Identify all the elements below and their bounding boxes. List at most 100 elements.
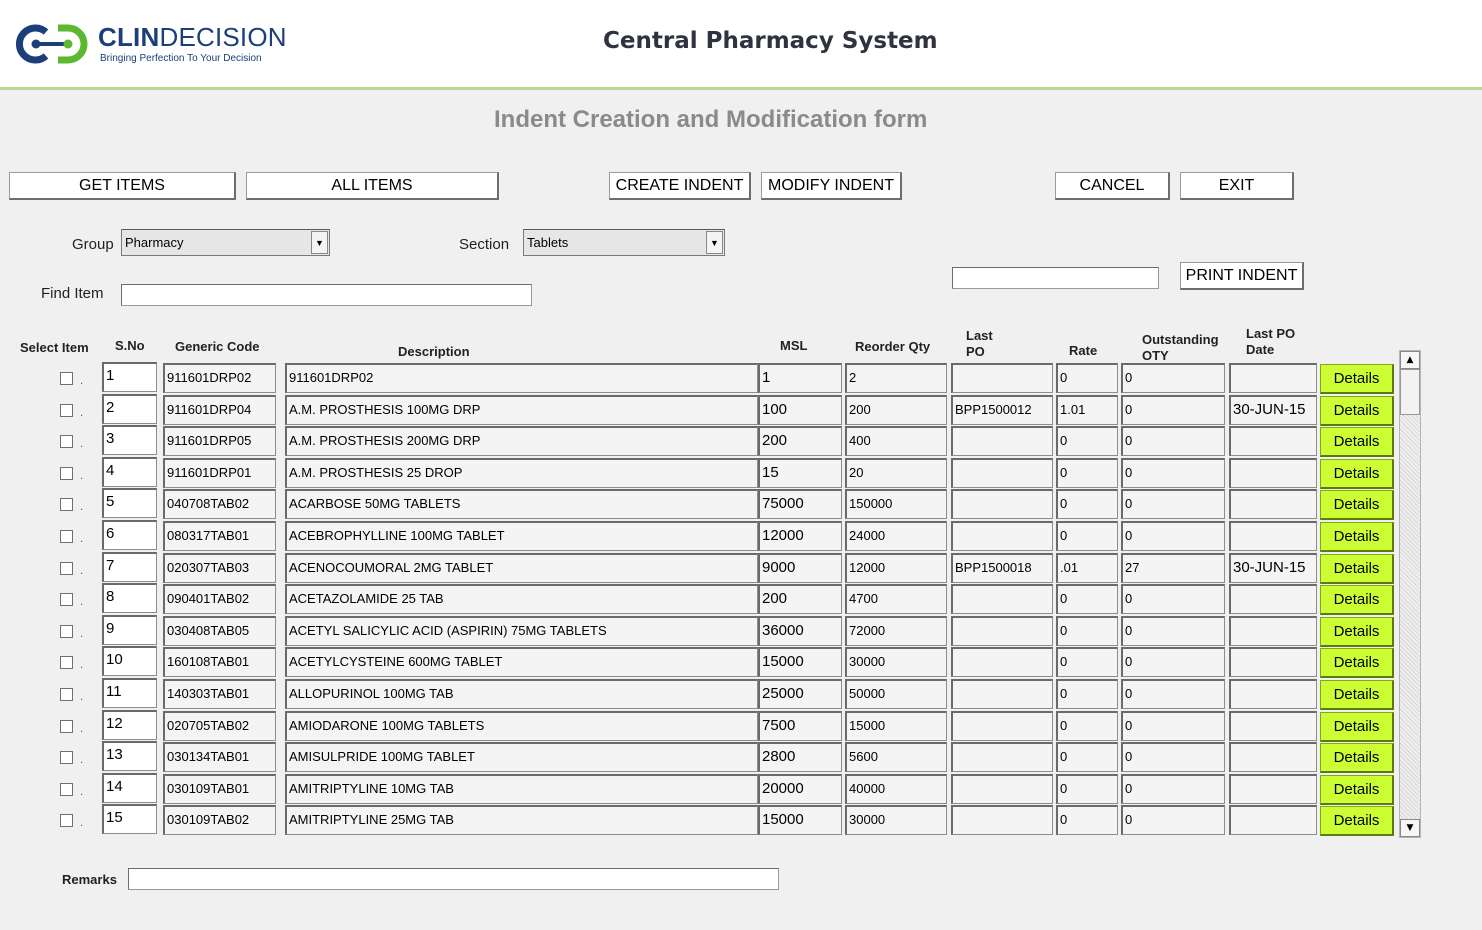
- description-cell[interactable]: AMITRIPTYLINE 10MG TAB: [285, 773, 758, 804]
- select-item-checkbox[interactable]: [60, 814, 73, 828]
- details-button[interactable]: Details: [1320, 522, 1394, 552]
- rate-cell[interactable]: 0: [1056, 647, 1118, 678]
- last-po-date-cell[interactable]: [1229, 805, 1317, 836]
- arrow-down-icon[interactable]: ▼: [1400, 819, 1420, 837]
- last-po-date-cell[interactable]: [1229, 489, 1317, 520]
- description-cell[interactable]: AMIODARONE 100MG TABLETS: [285, 710, 758, 741]
- table-scrollbar[interactable]: ▲ ▼: [1399, 350, 1421, 838]
- rate-cell[interactable]: 0: [1056, 742, 1118, 773]
- last-po-date-cell[interactable]: [1229, 426, 1317, 457]
- msl-cell[interactable]: 9000: [758, 552, 842, 583]
- last-po-date-cell[interactable]: [1229, 363, 1317, 393]
- details-button[interactable]: Details: [1320, 458, 1394, 489]
- select-item-checkbox[interactable]: [60, 435, 73, 449]
- rate-cell[interactable]: 0: [1056, 521, 1118, 551]
- sno-input[interactable]: 10: [102, 646, 157, 677]
- last-po-cell[interactable]: BPP1500012: [951, 394, 1053, 425]
- outstanding-qty-cell[interactable]: 0: [1121, 489, 1225, 520]
- outstanding-qty-cell[interactable]: 0: [1121, 679, 1225, 709]
- select-item-checkbox[interactable]: [60, 719, 73, 733]
- generic-code-cell[interactable]: 911601DRP05: [163, 426, 276, 457]
- reorder-qty-cell[interactable]: 15000: [845, 710, 947, 741]
- outstanding-qty-cell[interactable]: 0: [1121, 521, 1225, 551]
- last-po-cell[interactable]: [951, 457, 1053, 488]
- outstanding-qty-cell[interactable]: 0: [1121, 710, 1225, 741]
- msl-cell[interactable]: 7500: [758, 710, 842, 741]
- outstanding-qty-cell[interactable]: 0: [1121, 742, 1225, 773]
- details-button[interactable]: Details: [1320, 774, 1394, 805]
- rate-cell[interactable]: .01: [1056, 552, 1118, 583]
- last-po-date-cell[interactable]: [1229, 679, 1317, 709]
- last-po-cell[interactable]: BPP1500018: [951, 552, 1053, 583]
- last-po-date-cell[interactable]: [1229, 457, 1317, 488]
- rate-cell[interactable]: 0: [1056, 615, 1118, 646]
- select-item-checkbox[interactable]: [60, 751, 73, 765]
- last-po-date-cell[interactable]: 30-JUN-15: [1229, 552, 1317, 583]
- last-po-cell[interactable]: [951, 489, 1053, 520]
- generic-code-cell[interactable]: 030109TAB02: [163, 805, 276, 836]
- description-cell[interactable]: A.M. PROSTHESIS 200MG DRP: [285, 426, 758, 457]
- outstanding-qty-cell[interactable]: 0: [1121, 426, 1225, 457]
- reorder-qty-cell[interactable]: 72000: [845, 615, 947, 646]
- details-button[interactable]: Details: [1320, 680, 1394, 710]
- last-po-cell[interactable]: [951, 742, 1053, 773]
- reorder-qty-cell[interactable]: 150000: [845, 489, 947, 520]
- sno-input[interactable]: 14: [102, 772, 157, 803]
- select-item-checkbox[interactable]: [60, 561, 73, 575]
- msl-cell[interactable]: 36000: [758, 615, 842, 646]
- last-po-cell[interactable]: [951, 615, 1053, 646]
- msl-cell[interactable]: 15000: [758, 805, 842, 836]
- msl-cell[interactable]: 1: [758, 363, 842, 393]
- sno-input[interactable]: 15: [102, 804, 157, 835]
- msl-cell[interactable]: 15: [758, 457, 842, 488]
- outstanding-qty-cell[interactable]: 0: [1121, 457, 1225, 488]
- msl-cell[interactable]: 20000: [758, 773, 842, 804]
- sno-input[interactable]: 8: [102, 583, 157, 614]
- last-po-date-cell[interactable]: [1229, 584, 1317, 615]
- generic-code-cell[interactable]: 020307TAB03: [163, 552, 276, 583]
- details-button[interactable]: Details: [1320, 585, 1394, 616]
- reorder-qty-cell[interactable]: 400: [845, 426, 947, 457]
- select-item-checkbox[interactable]: [60, 498, 73, 512]
- select-item-checkbox[interactable]: [60, 530, 73, 543]
- chevron-down-icon[interactable]: ▼: [311, 231, 328, 254]
- exit-button[interactable]: EXIT: [1180, 172, 1294, 200]
- last-po-date-cell[interactable]: 30-JUN-15: [1229, 394, 1317, 425]
- select-item-checkbox[interactable]: [60, 466, 73, 480]
- msl-cell[interactable]: 100: [758, 394, 842, 425]
- msl-cell[interactable]: 75000: [758, 489, 842, 520]
- rate-cell[interactable]: 0: [1056, 805, 1118, 836]
- details-button[interactable]: Details: [1320, 648, 1394, 679]
- details-button[interactable]: Details: [1320, 743, 1394, 774]
- generic-code-cell[interactable]: 040708TAB02: [163, 489, 276, 520]
- arrow-up-icon[interactable]: ▲: [1400, 351, 1420, 369]
- section-select[interactable]: Tablets ▼: [523, 229, 725, 256]
- last-po-date-cell[interactable]: [1229, 742, 1317, 773]
- last-po-cell[interactable]: [951, 521, 1053, 551]
- sno-input[interactable]: 1: [102, 362, 157, 392]
- msl-cell[interactable]: 200: [758, 426, 842, 457]
- generic-code-cell[interactable]: 030134TAB01: [163, 742, 276, 773]
- outstanding-qty-cell[interactable]: 27: [1121, 552, 1225, 583]
- generic-code-cell[interactable]: 080317TAB01: [163, 521, 276, 551]
- rate-cell[interactable]: 0: [1056, 710, 1118, 741]
- sno-input[interactable]: 2: [102, 393, 157, 424]
- description-cell[interactable]: 911601DRP02: [285, 363, 758, 393]
- sno-input[interactable]: 3: [102, 425, 157, 456]
- sno-input[interactable]: 9: [102, 614, 157, 645]
- select-item-checkbox[interactable]: [60, 782, 73, 796]
- generic-code-cell[interactable]: 911601DRP04: [163, 394, 276, 425]
- details-button[interactable]: Details: [1320, 711, 1394, 742]
- outstanding-qty-cell[interactable]: 0: [1121, 584, 1225, 615]
- last-po-cell[interactable]: [951, 710, 1053, 741]
- sno-input[interactable]: 12: [102, 709, 157, 740]
- msl-cell[interactable]: 2800: [758, 742, 842, 773]
- last-po-cell[interactable]: [951, 584, 1053, 615]
- sno-input[interactable]: 7: [102, 551, 157, 582]
- last-po-date-cell[interactable]: [1229, 615, 1317, 646]
- description-cell[interactable]: A.M. PROSTHESIS 100MG DRP: [285, 394, 758, 425]
- reorder-qty-cell[interactable]: 5600: [845, 742, 947, 773]
- sno-input[interactable]: 13: [102, 741, 157, 772]
- last-po-cell[interactable]: [951, 773, 1053, 804]
- generic-code-cell[interactable]: 911601DRP02: [163, 363, 276, 393]
